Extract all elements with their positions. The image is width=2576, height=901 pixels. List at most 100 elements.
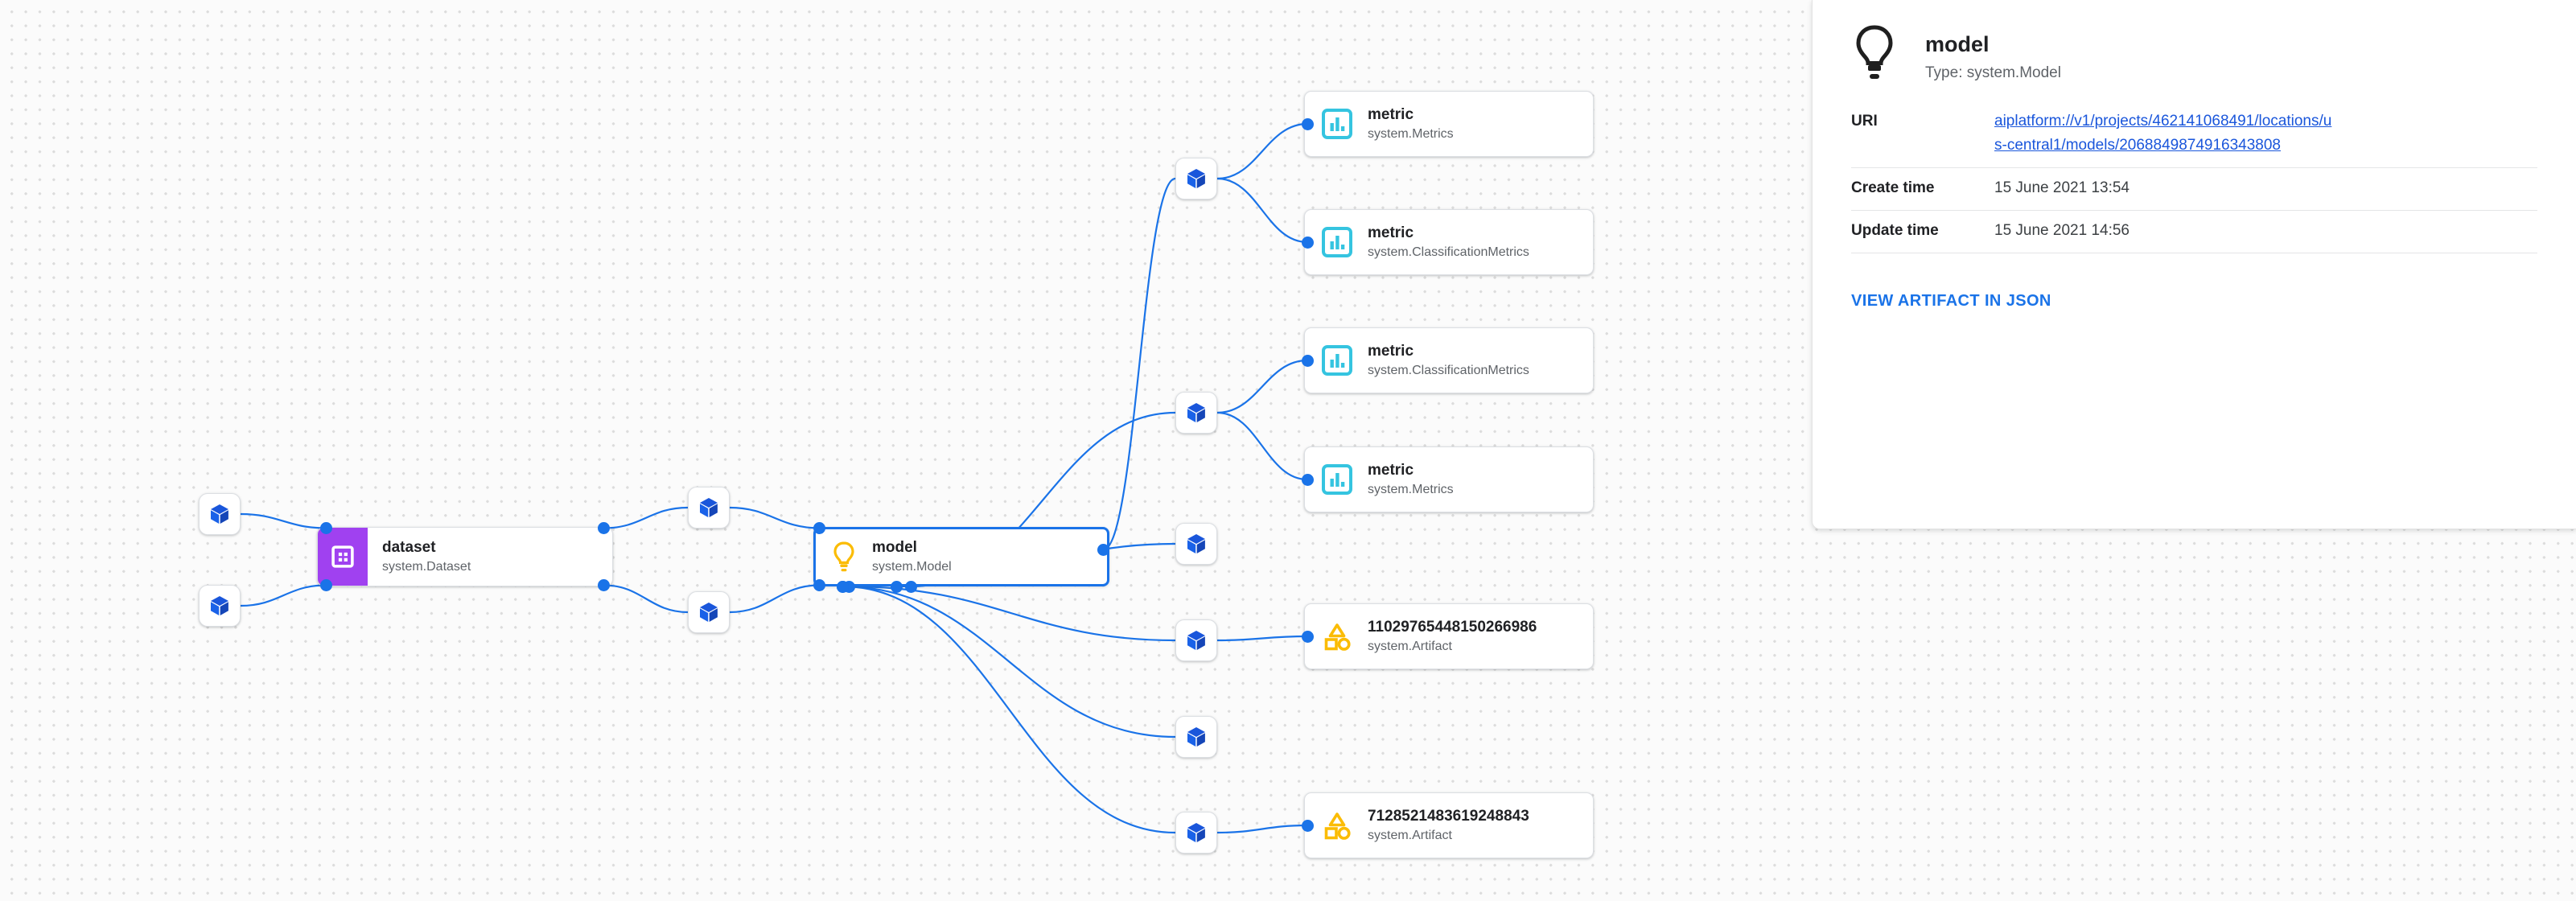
graph-edge	[1216, 824, 1308, 834]
panel-title: model	[1925, 32, 1990, 56]
graph-node-artifact[interactable]: 11029765448150266986 system.Artifact	[1304, 603, 1594, 669]
node-subtitle: system.Dataset	[382, 560, 471, 574]
property-value: 15 June 2021 13:54	[1994, 179, 2130, 196]
node-text: metric system.Metrics	[1368, 460, 1454, 499]
node-text: 7128521483619248843 system.Artifact	[1368, 806, 1529, 845]
node-subtitle: system.Artifact	[1368, 640, 1452, 653]
node-text: model system.Model	[872, 537, 952, 576]
node-text: metric system.ClassificationMetrics	[1368, 223, 1529, 261]
graph-edge	[1216, 635, 1308, 642]
node-connector-port	[837, 580, 850, 593]
graph-edge	[1216, 177, 1308, 244]
graph-edge	[1216, 411, 1308, 481]
cube-icon	[697, 496, 720, 519]
graph-node-execution[interactable]	[1175, 812, 1217, 854]
cube-icon	[1185, 533, 1208, 555]
bar-chart-icon	[1321, 344, 1353, 376]
graph-node-execution[interactable]	[1175, 523, 1217, 565]
lightbulb-icon	[1851, 24, 1898, 80]
shapes-icon	[1321, 620, 1353, 652]
graph-node-execution[interactable]	[1175, 716, 1217, 758]
node-title: metric	[1368, 106, 1414, 123]
property-value: 15 June 2021 14:56	[1994, 222, 2130, 239]
bar-chart-icon	[1321, 108, 1353, 140]
shapes-icon	[1321, 809, 1353, 841]
node-title: 7128521483619248843	[1368, 808, 1529, 825]
node-text: dataset system.Dataset	[382, 537, 471, 576]
node-text: 11029765448150266986 system.Artifact	[1368, 617, 1537, 656]
graph-edge	[603, 506, 689, 529]
bar-chart-icon	[1321, 226, 1353, 258]
property-link-value[interactable]: aiplatform://v1/projects/462141068491/lo…	[1994, 109, 2332, 158]
cube-icon	[697, 601, 720, 623]
graph-node-metric[interactable]: metric system.ClassificationMetrics	[1304, 327, 1594, 393]
graph-node-artifact[interactable]: 7128521483619248843 system.Artifact	[1304, 792, 1594, 858]
property-key: Create time	[1851, 179, 1935, 196]
graph-edge	[729, 506, 820, 529]
node-connector-port	[1301, 236, 1314, 249]
node-text: metric system.ClassificationMetrics	[1368, 341, 1529, 380]
panel-header: model Type: system.Model	[1813, 0, 2576, 84]
node-connector-port	[1097, 543, 1110, 556]
graph-edge	[603, 584, 689, 614]
property-key: Update time	[1851, 222, 1939, 239]
node-subtitle: system.ClassificationMetrics	[1368, 245, 1529, 259]
view-artifact-in-json-button[interactable]: VIEW ARTIFACT IN JSON	[1851, 292, 2051, 311]
panel-type-line: Type: system.Model	[1925, 64, 2061, 81]
node-title: metric	[1368, 462, 1414, 479]
graph-node-execution[interactable]	[1175, 158, 1217, 200]
cube-icon	[1185, 401, 1208, 424]
graph-edge	[842, 585, 1176, 738]
node-connector-port	[1301, 630, 1314, 643]
cube-icon	[1185, 629, 1208, 652]
node-connector-port	[813, 579, 825, 592]
graph-edge	[1216, 359, 1308, 414]
node-title: metric	[1368, 224, 1414, 241]
graph-node-model[interactable]: model system.Model	[813, 527, 1109, 586]
property-row: URI aiplatform://v1/projects/462141068491…	[1851, 106, 2537, 168]
node-connector-port	[319, 521, 332, 534]
node-title: dataset	[382, 539, 436, 556]
property-row: Create time 15 June 2021 13:54	[1851, 168, 2537, 211]
panel-properties-table: URI aiplatform://v1/projects/462141068491…	[1851, 106, 2537, 253]
graph-edge	[240, 512, 327, 529]
graph-node-execution[interactable]	[199, 493, 241, 535]
graph-edge	[1103, 177, 1176, 551]
node-title: 11029765448150266986	[1368, 619, 1537, 636]
property-key: URI	[1851, 113, 1878, 130]
node-connector-port	[890, 580, 903, 593]
graph-node-metric[interactable]: metric system.ClassificationMetrics	[1304, 209, 1594, 275]
node-connector-port	[1301, 473, 1314, 486]
node-subtitle: system.Artifact	[1368, 829, 1452, 842]
graph-node-execution[interactable]	[688, 487, 730, 529]
graph-node-execution[interactable]	[1175, 392, 1217, 434]
cube-icon	[1185, 167, 1208, 190]
cube-icon	[1185, 726, 1208, 748]
node-connector-port	[319, 579, 332, 592]
graph-edge	[240, 584, 327, 607]
node-connector-port	[813, 521, 825, 534]
node-subtitle: system.Model	[872, 560, 952, 574]
node-subtitle: system.ClassificationMetrics	[1368, 364, 1529, 377]
node-connector-port	[1301, 117, 1314, 130]
graph-node-execution[interactable]	[199, 585, 241, 627]
graph-edge	[1216, 122, 1308, 180]
node-connector-port	[1301, 354, 1314, 367]
graph-node-execution[interactable]	[1175, 619, 1217, 661]
cube-icon	[208, 503, 231, 525]
node-title: model	[872, 539, 917, 556]
dataset-icon	[318, 528, 368, 586]
node-title: metric	[1368, 343, 1414, 360]
node-connector-port	[1301, 819, 1314, 832]
graph-edge	[842, 585, 1176, 834]
graph-node-dataset[interactable]: dataset system.Dataset	[317, 527, 613, 586]
node-subtitle: system.Metrics	[1368, 483, 1454, 496]
bar-chart-icon	[1321, 463, 1353, 496]
graph-node-metric[interactable]: metric system.Metrics	[1304, 91, 1594, 157]
cube-icon	[1185, 821, 1208, 844]
lightbulb-icon	[830, 541, 858, 573]
artifact-detail-panel: model Type: system.Model URI aiplatform:/…	[1812, 0, 2576, 529]
graph-node-execution[interactable]	[688, 591, 730, 633]
lineage-graph-page: dataset system.Dataset model system.Model me…	[0, 0, 2576, 901]
graph-node-metric[interactable]: metric system.Metrics	[1304, 446, 1594, 512]
